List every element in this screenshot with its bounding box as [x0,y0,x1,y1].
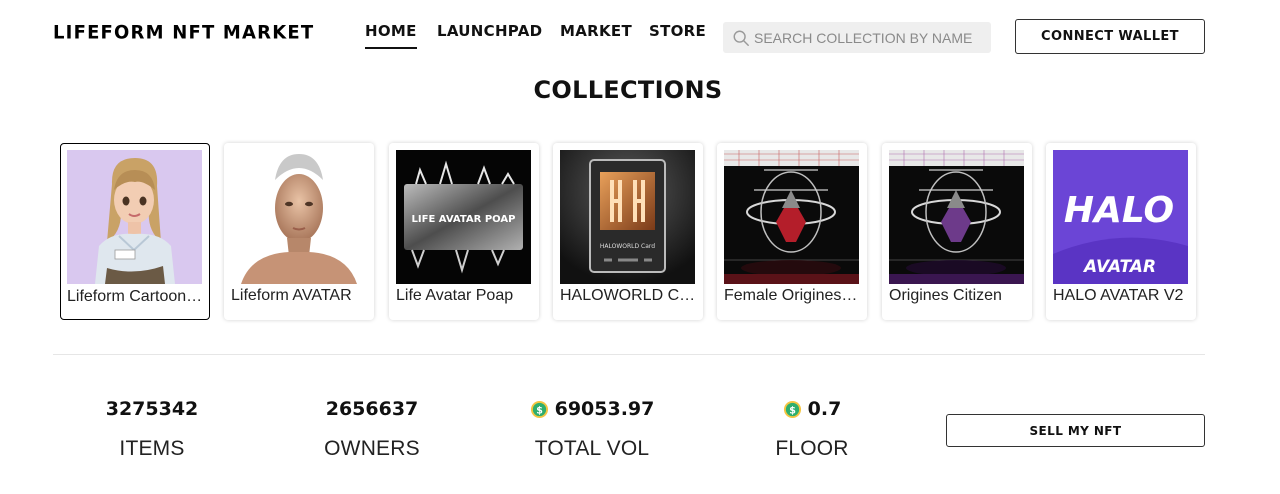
stat-floor-label: FLOOR [775,437,849,460]
collection-card-lifeform-avatar[interactable]: Lifeform AVATAR [224,143,374,320]
svg-text:$: $ [536,405,543,416]
search-icon [733,30,749,46]
collection-image: LIFE AVATAR POAP [396,150,531,284]
collection-label: Life Avatar Poap [396,287,514,304]
collection-image: HALOWORLD Card [560,150,695,284]
stat-total-vol-value: $ 69053.97 [482,398,702,420]
stat-owners-label: OWNERS [324,437,420,460]
collection-label: HALOWORLD CARD [560,287,696,304]
stat-total-vol-label: TOTAL VOL [534,437,650,460]
coin-icon: $ [783,400,801,418]
haloworld-card-text: HALOWORLD Card [600,243,655,250]
page-title: COLLECTIONS [533,76,723,104]
nav-launchpad[interactable]: LAUNCHPAD [437,22,542,48]
collection-image [889,150,1024,284]
collection-card-haloworld-card[interactable]: HALOWORLD Card HALOWORLD CARD [553,143,703,320]
svg-text:$: $ [789,405,796,416]
stat-items-value: 3275342 [105,398,199,420]
collection-card-female-origines[interactable]: Female Origines Citizen [717,143,867,320]
collection-card-life-avatar-poap[interactable]: LIFE AVATAR POAP Life Avatar Poap [389,143,539,320]
collection-card-halo-avatar-v2[interactable]: HALO AVATAR HALO AVATAR V2 [1046,143,1196,320]
search-box[interactable] [723,22,991,53]
collection-image [231,150,366,284]
nav-store[interactable]: STORE [649,22,706,48]
collection-image [67,150,202,284]
collection-label: Lifeform AVATAR [231,287,352,304]
coin-icon: $ [530,400,548,418]
collection-card-lifeform-cartoon[interactable]: Lifeform Cartoon Avatar [60,143,210,320]
site-logo[interactable]: LIFEFORM NFT MARKET [53,21,314,43]
nav-home[interactable]: HOME [365,22,417,49]
collection-label: HALO AVATAR V2 [1053,287,1184,304]
sell-my-nft-button[interactable]: SELL MY NFT [946,414,1205,447]
collection-label: Lifeform Cartoon Avatar [67,288,203,305]
connect-wallet-button[interactable]: CONNECT WALLET [1015,19,1205,54]
halo-logo-text: HALO [1064,190,1174,231]
stat-items-label: ITEMS [119,437,185,460]
stat-owners-value: 2656637 [325,398,419,420]
collection-card-origines-citizen[interactable]: Origines Citizen [882,143,1032,320]
collection-image [724,150,859,284]
search-input[interactable] [754,29,984,46]
divider [53,354,1205,355]
stat-floor-value: $ 0.7 [702,398,922,420]
halo-logo-subtext: AVATAR [1082,257,1156,277]
collection-label: Female Origines Citizen [724,287,860,304]
collection-image: HALO AVATAR [1053,150,1188,284]
nav-market[interactable]: MARKET [560,22,632,48]
collection-label: Origines Citizen [889,287,1002,304]
poap-title: LIFE AVATAR POAP [412,214,516,225]
